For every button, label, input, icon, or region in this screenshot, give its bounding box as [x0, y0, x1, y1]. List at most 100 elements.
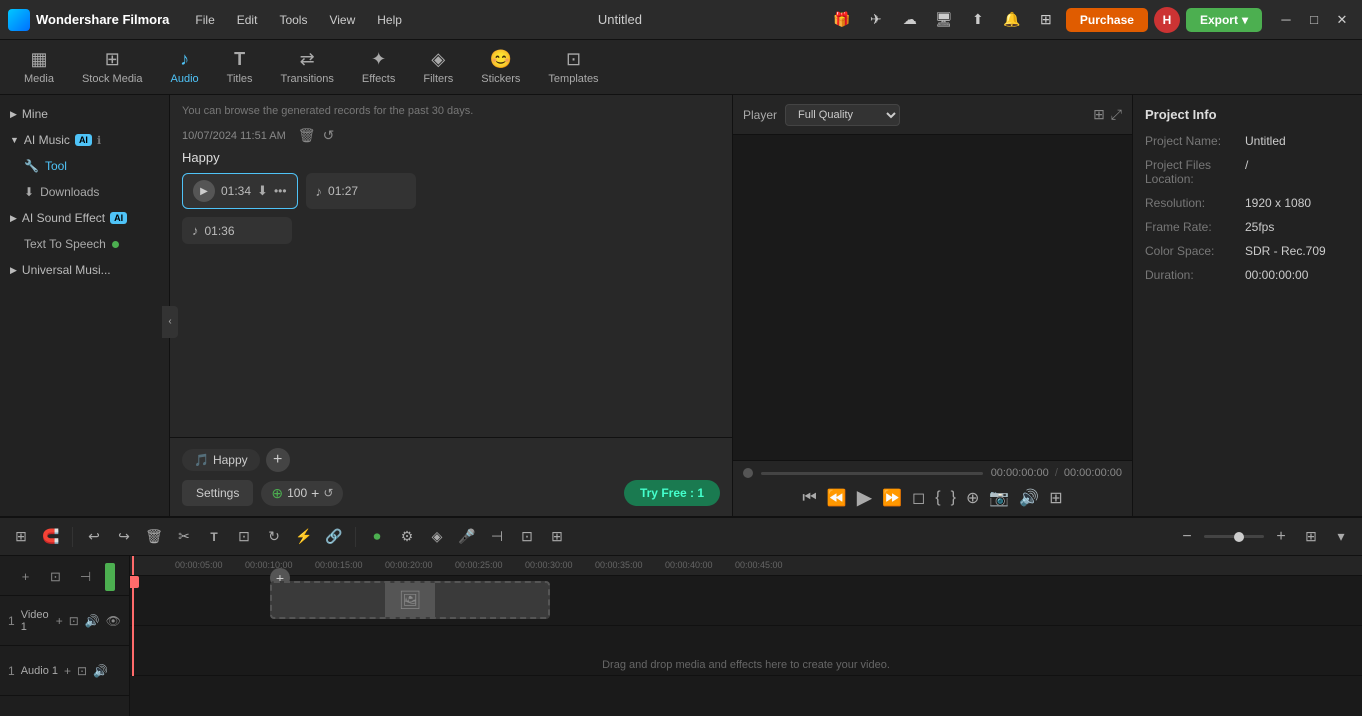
- share-icon[interactable]: ✈: [862, 6, 890, 34]
- export-button[interactable]: Export ▾: [1186, 8, 1262, 32]
- volume-plus-icon[interactable]: +: [311, 485, 319, 501]
- play-button-1[interactable]: ▶: [193, 180, 215, 202]
- minimize-button[interactable]: ─: [1274, 8, 1298, 32]
- toolbar-media[interactable]: ▦ Media: [10, 45, 68, 89]
- sidebar-section-ai-sound-effect[interactable]: ▶ AI Sound Effect AI: [0, 205, 169, 231]
- menu-view[interactable]: View: [319, 9, 365, 31]
- cut-button[interactable]: ✂: [171, 524, 197, 550]
- mark-in-button[interactable]: {: [935, 489, 940, 507]
- cloud-icon[interactable]: ☁: [896, 6, 924, 34]
- progress-track[interactable]: [761, 472, 983, 475]
- mark-out-button[interactable]: }: [951, 489, 956, 507]
- crop-button[interactable]: ⊡: [231, 524, 257, 550]
- download-icon-1[interactable]: ⬇: [257, 183, 268, 199]
- track-item-2[interactable]: ♪ 01:27: [306, 173, 416, 209]
- settings-timeline-button[interactable]: ⚙: [394, 524, 420, 550]
- sidebar-collapse-button[interactable]: ‹: [162, 306, 170, 338]
- sidebar-section-mine[interactable]: ▶ Mine: [0, 101, 169, 127]
- video-track-settings-icon[interactable]: ⊡: [69, 614, 79, 628]
- toolbar-filters[interactable]: ◈ Filters: [409, 45, 467, 89]
- scene-edit-button[interactable]: ⊞: [8, 524, 34, 550]
- fullscreen-icon[interactable]: ⤢: [1111, 106, 1122, 123]
- track-link-button[interactable]: ⊣: [75, 566, 97, 588]
- zoom-out-button[interactable]: −: [1174, 524, 1200, 550]
- apps-icon[interactable]: ⊞: [1032, 6, 1060, 34]
- delete-button[interactable]: 🗑: [141, 524, 167, 550]
- more-timeline-button[interactable]: ▾: [1328, 524, 1354, 550]
- gift-icon[interactable]: 🎁: [828, 6, 856, 34]
- text-button[interactable]: T: [201, 524, 227, 550]
- play-pause-button[interactable]: ▶: [857, 485, 872, 510]
- toolbar-stickers[interactable]: 😊 Stickers: [467, 45, 534, 89]
- redo-button[interactable]: ↪: [111, 524, 137, 550]
- track-settings-button[interactable]: ⊡: [45, 566, 67, 588]
- vo-button[interactable]: 🎤: [454, 524, 480, 550]
- insert-button[interactable]: ⊕: [966, 488, 979, 508]
- maximize-button[interactable]: □: [1302, 8, 1326, 32]
- user-avatar[interactable]: H: [1154, 7, 1180, 33]
- menu-file[interactable]: File: [185, 9, 224, 31]
- more-icon-1[interactable]: •••: [274, 184, 287, 198]
- magnet-button[interactable]: 🧲: [38, 524, 64, 550]
- refresh-icon[interactable]: ↺: [323, 127, 335, 143]
- marker-button[interactable]: ◈: [424, 524, 450, 550]
- add-track-button[interactable]: +: [15, 566, 37, 588]
- speed-button[interactable]: ⚡: [291, 524, 317, 550]
- mood-chip[interactable]: 🎵 Happy: [182, 449, 260, 471]
- video-track-area[interactable]: + 🖼: [130, 576, 1362, 626]
- menu-help[interactable]: Help: [367, 9, 412, 31]
- grid-view-icon[interactable]: ⊞: [1093, 106, 1105, 123]
- add-mood-button[interactable]: +: [266, 448, 290, 472]
- menu-tools[interactable]: Tools: [269, 9, 317, 31]
- undo-button[interactable]: ↩: [81, 524, 107, 550]
- record-button[interactable]: ⏺: [364, 524, 390, 550]
- zoom-track[interactable]: [1204, 535, 1264, 538]
- next-frame-button[interactable]: ⏩: [882, 488, 902, 508]
- purchase-button[interactable]: Purchase: [1066, 8, 1148, 32]
- video-track-eye-icon[interactable]: 👁: [106, 614, 121, 628]
- toolbar-effects[interactable]: ✦ Effects: [348, 45, 409, 89]
- close-button[interactable]: ✕: [1330, 8, 1354, 32]
- volume-refresh-icon[interactable]: ↺: [323, 486, 333, 500]
- try-free-button[interactable]: Try Free : 1: [624, 480, 720, 506]
- sidebar-item-text-to-speech[interactable]: Text To Speech: [0, 231, 169, 257]
- sidebar-section-ai-music[interactable]: ▼ AI Music AI ℹ: [0, 127, 169, 153]
- bell-icon[interactable]: 🔔: [998, 6, 1026, 34]
- video-track-mute-icon[interactable]: 🔊: [85, 614, 100, 628]
- timeline-ruler[interactable]: 00:00:05:00 00:00:10:00 00:00:15:00 00:0…: [130, 556, 1362, 576]
- monitor-icon[interactable]: 🖥: [930, 6, 958, 34]
- rewind-button[interactable]: ⏮: [802, 489, 816, 507]
- video-clip[interactable]: 🖼: [270, 581, 550, 619]
- menu-edit[interactable]: Edit: [227, 9, 268, 31]
- zoom-thumb[interactable]: [1234, 532, 1244, 542]
- toolbar-stock-media[interactable]: ⊞ Stock Media: [68, 45, 157, 89]
- audio-track-mute-icon[interactable]: 🔊: [93, 664, 108, 678]
- link-button[interactable]: 🔗: [321, 524, 347, 550]
- sidebar-section-universal-music[interactable]: ▶ Universal Musi...: [0, 257, 169, 283]
- track-item-1[interactable]: ▶ 01:34 ⬇ •••: [182, 173, 298, 209]
- progress-handle[interactable]: [743, 468, 753, 478]
- delete-icon[interactable]: 🗑: [298, 127, 316, 143]
- track-item-3[interactable]: ♪ 01:36: [182, 217, 292, 244]
- upload-icon[interactable]: ⬆: [964, 6, 992, 34]
- toolbar-audio[interactable]: ♪ Audio: [157, 45, 213, 89]
- prev-frame-button[interactable]: ⏪: [827, 488, 847, 508]
- more-options-button[interactable]: ⊞: [1049, 488, 1062, 508]
- zoom-in-button[interactable]: +: [1268, 524, 1294, 550]
- copy-button[interactable]: ⊡: [514, 524, 540, 550]
- sidebar-item-downloads[interactable]: ⬇ Downloads: [0, 179, 169, 205]
- audio-track-settings-icon[interactable]: ⊡: [77, 664, 87, 678]
- video-track-add-icon[interactable]: +: [56, 614, 63, 628]
- toolbar-titles[interactable]: T Titles: [213, 45, 267, 89]
- toolbar-templates[interactable]: ⊡ Templates: [534, 45, 612, 89]
- sidebar-item-tool[interactable]: 🔧 Tool: [0, 153, 169, 179]
- audio-track-add-icon[interactable]: +: [64, 664, 71, 678]
- quality-select[interactable]: Full QualityHigh QualityMedium QualityLo…: [785, 104, 900, 126]
- freeze-button[interactable]: ⊞: [544, 524, 570, 550]
- toolbar-transitions[interactable]: ⇄ Transitions: [267, 45, 348, 89]
- split-button[interactable]: ⊣: [484, 524, 510, 550]
- snapshot-button[interactable]: 📷: [989, 488, 1009, 508]
- rotate-button[interactable]: ↻: [261, 524, 287, 550]
- settings-button[interactable]: Settings: [182, 480, 253, 506]
- volume-btn[interactable]: 🔊: [1019, 488, 1039, 508]
